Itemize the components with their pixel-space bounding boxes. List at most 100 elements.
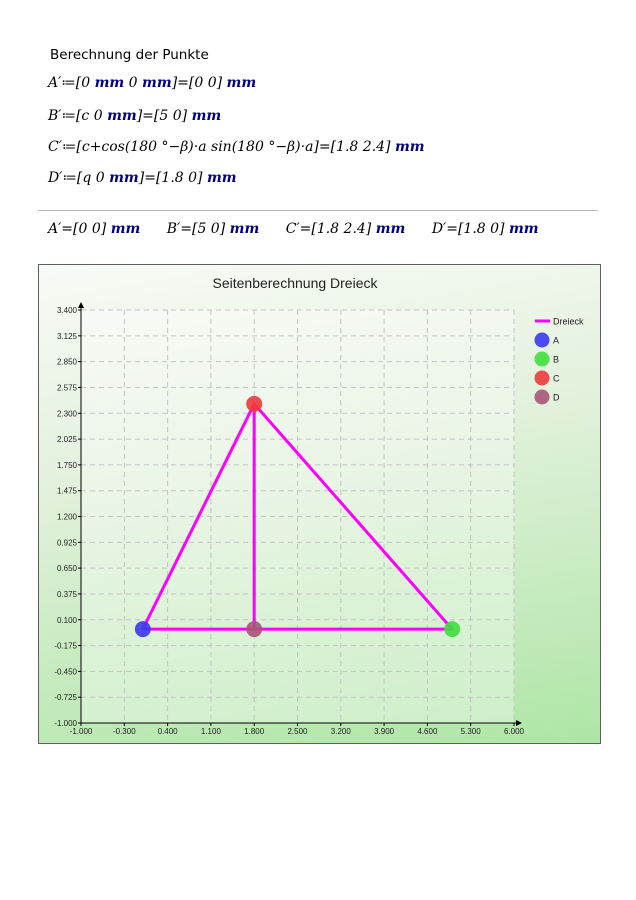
y-tick-label: -1.000 [54, 719, 77, 728]
result-eq: = [180, 221, 192, 237]
def-lhs: C′ [48, 139, 62, 155]
result-eq: = [299, 221, 312, 237]
triangle-chart: Seitenberechnung Dreieck -1.000 -0.300 0.40… [54, 275, 584, 736]
def-eq: = [318, 139, 331, 155]
x-tick-label: 5.300 [461, 727, 482, 736]
result-lhs: A′ [48, 221, 62, 237]
def-lhs: B′ [48, 108, 62, 124]
x-tick-label: -1.000 [70, 727, 93, 736]
point-b [444, 621, 461, 638]
result-eq: = [446, 221, 458, 237]
def-unit: mm [226, 75, 257, 91]
y-tick-label: 2.575 [57, 383, 78, 392]
x-tick-label: 6.000 [504, 727, 525, 736]
def-lhs: D′ [48, 170, 63, 186]
chart-title: Seitenberechnung Dreieck [213, 275, 379, 291]
definition-d: D′≔[q 0 mm]=[1.8 0] mm [48, 170, 237, 186]
legend-label: D [553, 393, 560, 403]
y-tick-label: 2.300 [57, 409, 78, 418]
result-d: D′=[1.8 0] mm [432, 221, 539, 237]
legend-swatch-c [534, 370, 550, 386]
definition-a: A′≔[0 mm 0 mm]=[0 0] mm [48, 75, 256, 91]
def-result: [5 0] [153, 108, 188, 124]
def-expr-unit: mm [109, 170, 139, 186]
divider [38, 210, 598, 211]
result-lhs: C′ [285, 221, 300, 237]
point-c [246, 395, 263, 412]
point-d [246, 621, 263, 638]
result-eq: = [61, 221, 74, 237]
legend-swatch-d [534, 389, 550, 405]
legend-label: B [553, 355, 559, 365]
def-expr: [0 [75, 75, 95, 91]
x-axis-arrow [516, 720, 522, 726]
y-tick-label: 3.125 [57, 332, 78, 341]
result-value: [5 0] [191, 221, 226, 237]
def-assign: ≔ [62, 170, 77, 186]
y-tick-label: 0.375 [57, 590, 78, 599]
result-unit: mm [110, 221, 141, 237]
chart-frame: Seitenberechnung Dreieck -1.000 -0.300 0.40… [38, 264, 601, 744]
y-tick-label: 2.025 [57, 435, 78, 444]
result-c: C′=[1.8 2.4] mm [286, 221, 406, 237]
y-tick-label: 0.650 [57, 564, 78, 573]
def-eq: = [144, 170, 156, 186]
y-tick-label: -0.725 [54, 693, 77, 702]
y-tick-label: 0.925 [57, 538, 78, 547]
legend-label: C [553, 374, 560, 384]
result-lhs: D′ [431, 221, 447, 237]
def-expr: [c+cos(180 °−β)·a sin(180 °−β)·a] [76, 139, 319, 155]
x-tick-label: 4.600 [417, 727, 438, 736]
y-tick-label: 0.100 [57, 616, 78, 625]
def-eq: = [142, 108, 154, 124]
result-value: [0 0] [73, 221, 107, 237]
def-eq: = [177, 75, 189, 91]
point-a [134, 621, 151, 638]
result-lhs: B′ [166, 221, 181, 237]
x-tick-label: 2.500 [287, 727, 308, 736]
result-value: [1.8 0] [457, 221, 505, 237]
result-unit: mm [508, 221, 539, 237]
y-tick-label: 2.850 [57, 358, 78, 367]
def-result: [1.8 2.4] [330, 139, 391, 155]
x-tick-label: 3.900 [374, 727, 395, 736]
legend-swatch-a [534, 332, 550, 348]
def-unit: mm [206, 170, 237, 186]
section-heading: Berechnung der Punkte [50, 47, 209, 63]
x-tick-label: 0.400 [158, 727, 179, 736]
def-expr-unit2: mm [142, 75, 172, 91]
def-expr-unit: mm [94, 75, 125, 91]
result-value: [1.8 2.4] [311, 221, 372, 237]
y-tick-label: 1.475 [57, 487, 78, 496]
legend-label: Dreieck [553, 317, 584, 327]
result-b: B′=[5 0] mm [167, 221, 260, 237]
legend-swatch-b [534, 351, 550, 367]
def-expr: [c 0 [75, 108, 108, 124]
x-tick-label: 3.200 [331, 727, 352, 736]
def-expr: [q 0 [76, 170, 110, 186]
x-tick-label: -0.300 [113, 727, 136, 736]
result-unit: mm [229, 221, 260, 237]
def-expr2: 0 [124, 75, 143, 91]
def-assign: ≔ [61, 75, 76, 91]
y-tick-label: 3.400 [57, 306, 78, 315]
y-tick-label: -0.450 [54, 667, 77, 676]
x-tick-label: 1.100 [201, 727, 222, 736]
def-result: [1.8 0] [155, 170, 203, 186]
y-axis-arrow [78, 302, 84, 308]
def-expr-unit: mm [107, 108, 137, 124]
legend-label: A [553, 336, 559, 346]
def-lhs: A′ [48, 75, 62, 91]
y-tick-label: -0.175 [54, 642, 77, 651]
result-unit: mm [375, 221, 406, 237]
y-tick-label: 1.200 [57, 513, 78, 522]
result-a: A′=[0 0] mm [48, 221, 140, 237]
def-assign: ≔ [61, 108, 76, 124]
x-tick-label: 1.800 [244, 727, 265, 736]
def-unit: mm [191, 108, 222, 124]
def-assign: ≔ [61, 139, 77, 155]
definition-c: C′≔[c+cos(180 °−β)·a sin(180 °−β)·a]=[1.… [48, 139, 425, 155]
def-result: [0 0] [188, 75, 223, 91]
def-unit: mm [394, 139, 425, 155]
y-tick-label: 1.750 [57, 461, 78, 470]
